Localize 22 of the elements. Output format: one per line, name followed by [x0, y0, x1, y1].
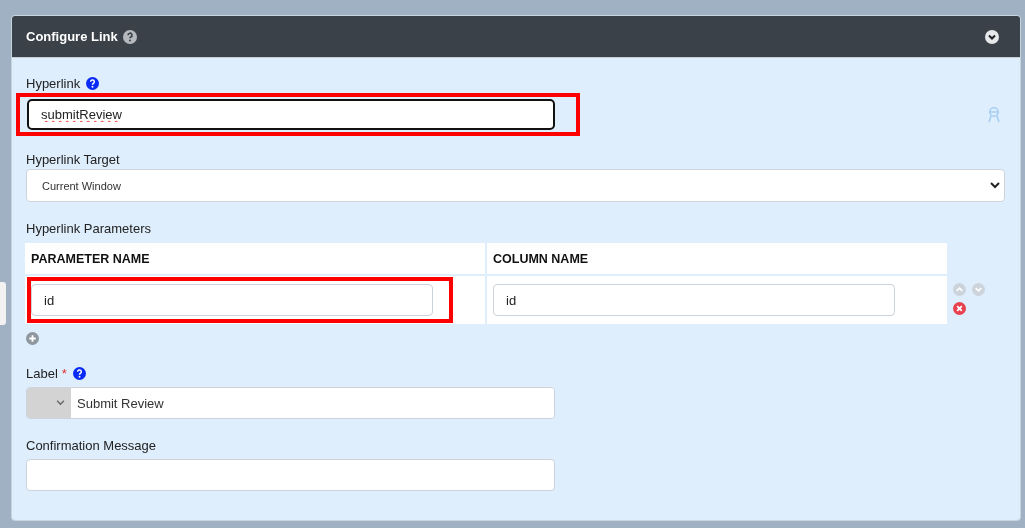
resize-handle[interactable] [0, 282, 6, 325]
field-label: Hyperlink Parameters [26, 220, 151, 236]
target-select[interactable]: Current Window [26, 169, 1005, 202]
field-label: Confirmation Message [26, 437, 157, 453]
column-header: PARAMETER NAME [25, 243, 485, 274]
field-label: Label [26, 365, 58, 381]
column-header: COLUMN NAME [487, 243, 947, 274]
column-name-input[interactable]: id [493, 284, 895, 316]
required-mark: * [61, 365, 67, 381]
remove-icon[interactable] [953, 302, 966, 315]
panel-title: Configure Link [26, 29, 118, 44]
confirmation-message-input[interactable] [26, 459, 555, 491]
help-icon[interactable] [86, 76, 100, 90]
help-icon[interactable] [122, 29, 137, 44]
chevron-down-icon [990, 182, 1000, 189]
parameter-name-input[interactable]: id [31, 284, 433, 316]
field-label: Hyperlink Target [26, 151, 120, 167]
hyperlink-input[interactable]: submitReview [27, 99, 555, 130]
help-icon[interactable] [72, 366, 86, 380]
collapse-toggle-icon[interactable] [985, 29, 999, 44]
add-icon[interactable] [26, 332, 39, 345]
field-label: Hyperlink [26, 75, 81, 91]
